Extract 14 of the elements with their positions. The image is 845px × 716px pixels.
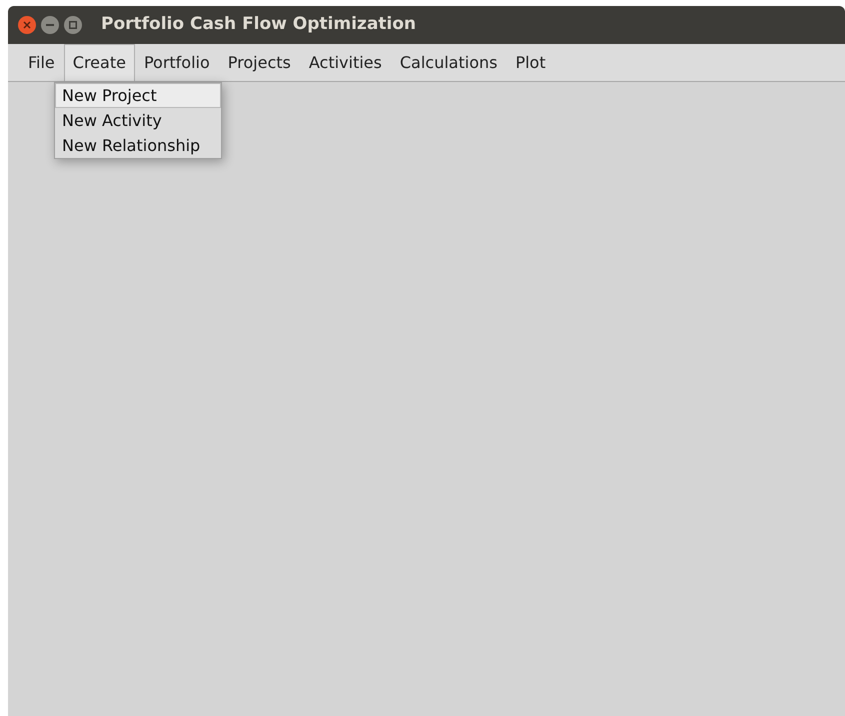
menu-item[interactable]: Projects: [218, 44, 300, 81]
menu-item[interactable]: Portfolio: [134, 44, 219, 81]
menu-item[interactable]: Calculations: [390, 44, 506, 81]
menu-option[interactable]: New Project: [55, 83, 221, 108]
menu-item[interactable]: Plot: [506, 44, 555, 81]
menu-option[interactable]: New Relationship: [55, 133, 221, 158]
close-icon[interactable]: [18, 16, 36, 34]
menu-item[interactable]: Activities: [300, 44, 391, 81]
menu-option[interactable]: New Activity: [55, 108, 221, 133]
window-title: Portfolio Cash Flow Optimization: [101, 13, 416, 36]
maximize-icon[interactable]: [64, 16, 82, 34]
menu-item[interactable]: Create: [64, 44, 135, 81]
minimize-icon[interactable]: [41, 16, 59, 34]
menu-item[interactable]: File: [19, 44, 64, 81]
